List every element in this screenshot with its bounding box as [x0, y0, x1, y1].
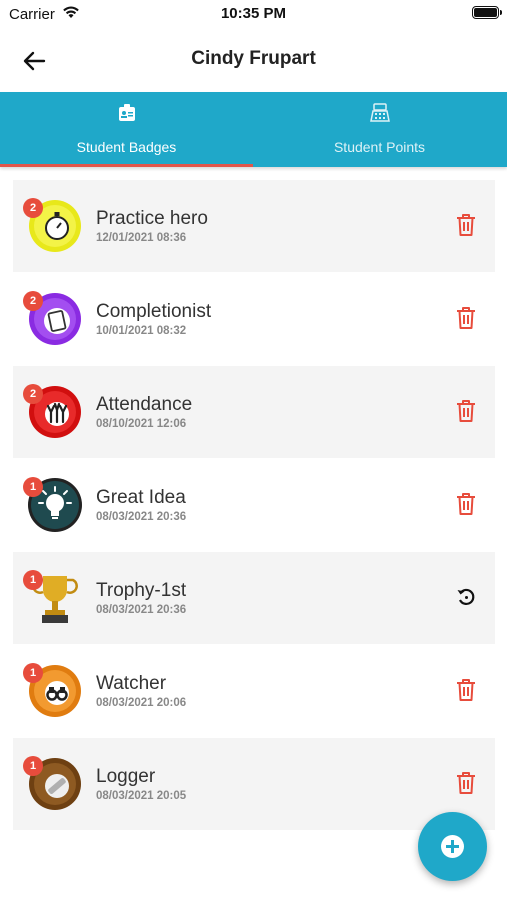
- badge-name: Attendance: [96, 394, 193, 415]
- tab-bar: Student Badges Student Points: [0, 92, 507, 167]
- badge-date: 08/10/2021 12:06: [96, 418, 187, 430]
- badge-date: 08/03/2021 20:36: [96, 511, 187, 523]
- badge-count: 1: [23, 570, 43, 590]
- badge-date: 12/01/2021 08:36: [96, 232, 187, 244]
- status-bar: Carrier 10:35 PM: [0, 0, 507, 30]
- list-item[interactable]: 2 Attendance 08/10/2021 12:06: [13, 366, 495, 458]
- badge-count: 1: [23, 477, 43, 497]
- battery-icon: [472, 6, 502, 19]
- badge-count: 2: [23, 291, 43, 311]
- trash-icon[interactable]: [455, 771, 477, 795]
- trash-icon[interactable]: [455, 399, 477, 423]
- cash-register-icon: [369, 103, 390, 122]
- restore-icon[interactable]: [455, 585, 477, 609]
- badge-date: 08/03/2021 20:05: [96, 790, 187, 802]
- trash-icon[interactable]: [455, 213, 477, 237]
- id-badge-icon: [118, 104, 135, 121]
- trash-icon[interactable]: [455, 306, 477, 330]
- list-item[interactable]: 1 Watcher 08/03/2021 20:06: [13, 645, 495, 737]
- badge-date: 08/03/2021 20:36: [96, 604, 187, 616]
- tab-student-points[interactable]: Student Points: [253, 92, 506, 167]
- badge-count: 2: [23, 198, 43, 218]
- app-header: Cindy Frupart: [0, 30, 507, 92]
- clock: 10:35 PM: [220, 5, 287, 22]
- badge-name: Logger: [96, 766, 156, 787]
- trash-icon[interactable]: [455, 492, 477, 516]
- page-title: Cindy Frupart: [191, 48, 316, 69]
- list-item[interactable]: 1 Logger 08/03/2021 20:05: [13, 738, 495, 830]
- badge-date: 08/03/2021 20:06: [96, 697, 187, 709]
- list-item[interactable]: 1 Trophy-1st 08/03/2021 20:36: [13, 552, 495, 644]
- tab-student-points-label: Student Points: [333, 139, 426, 155]
- badge-name: Practice hero: [96, 208, 208, 229]
- badge-name: Watcher: [96, 673, 167, 694]
- badge-count: 1: [23, 756, 43, 776]
- badge-name: Completionist: [96, 301, 212, 322]
- list-item[interactable]: 2 Completionist 10/01/2021 08:32: [13, 273, 495, 365]
- trash-icon[interactable]: [455, 678, 477, 702]
- badge-list: 2 Practice hero 12/01/2021 08:36 2 Compl…: [13, 180, 495, 831]
- tab-student-badges-label: Student Badges: [76, 139, 177, 155]
- tab-student-badges[interactable]: Student Badges: [0, 92, 253, 167]
- badge-count: 2: [23, 384, 43, 404]
- add-badge-button[interactable]: [418, 812, 487, 881]
- badge-count: 1: [23, 663, 43, 683]
- plus-circle-icon: [441, 835, 464, 858]
- badge-date: 10/01/2021 08:32: [96, 325, 187, 337]
- badge-name: Trophy-1st: [96, 580, 187, 601]
- tab-indicator: [0, 164, 253, 167]
- list-item[interactable]: 1 Great Idea 08/03/2021 20:36: [13, 459, 495, 551]
- badge-name: Great Idea: [96, 487, 186, 508]
- list-item[interactable]: 2 Practice hero 12/01/2021 08:36: [13, 180, 495, 272]
